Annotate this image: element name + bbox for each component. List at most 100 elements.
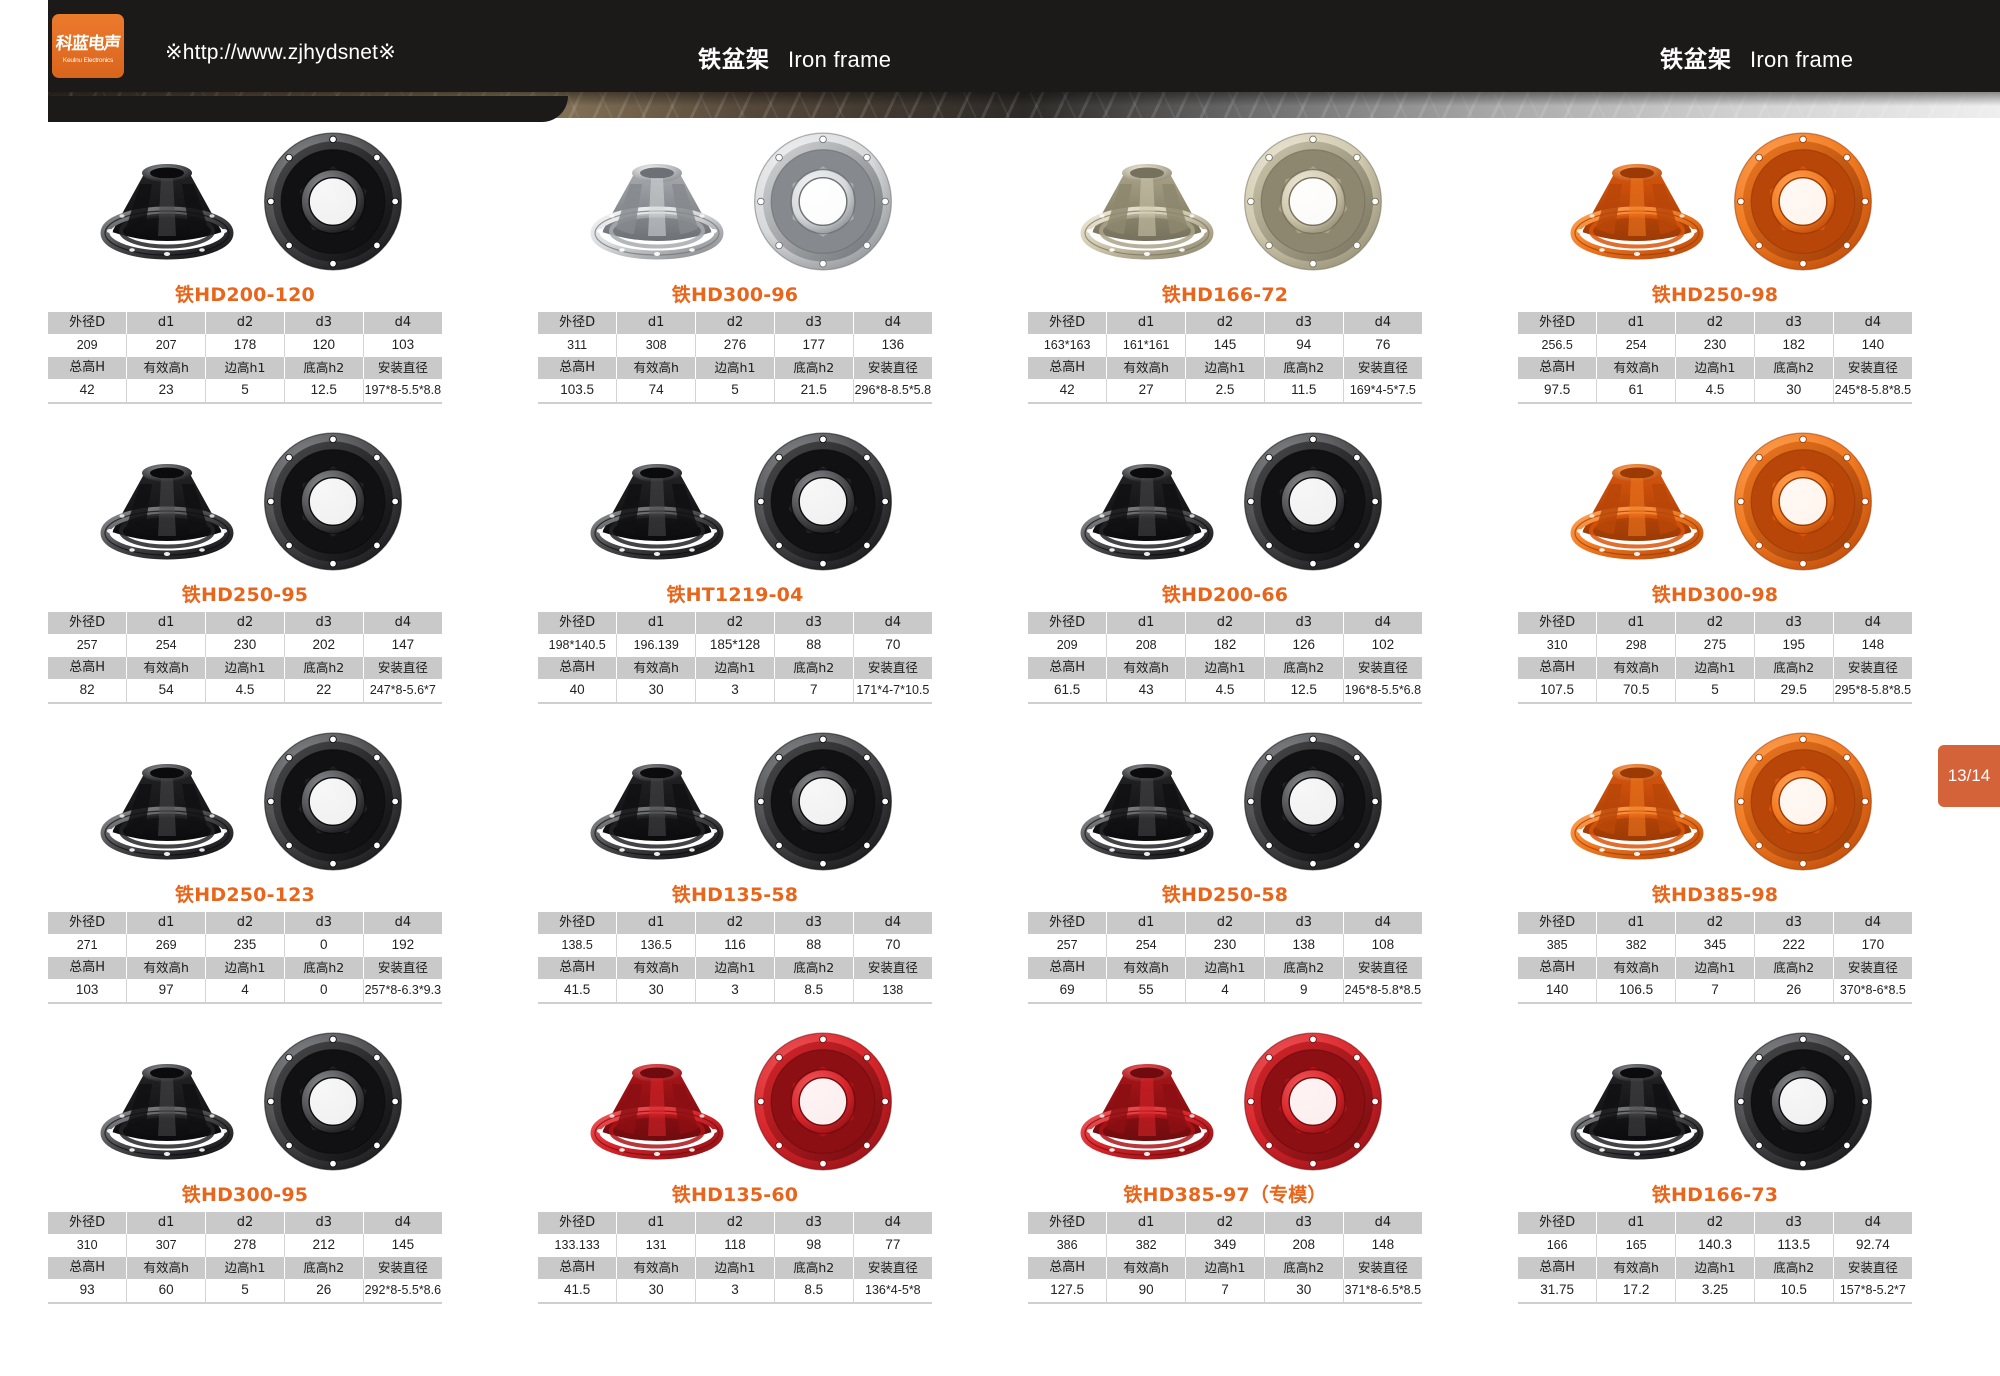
product-image-front — [264, 132, 402, 271]
product-view-front — [1728, 729, 1878, 879]
header-title-center-cn: 铁盆架 — [698, 47, 770, 73]
spec-value-row-1: 138.5 136.5 116 88 70 — [538, 934, 932, 958]
spec-header-cell: d3 — [773, 1212, 854, 1235]
spec-value-cell: 292*8-5.5*8.6 — [362, 1279, 442, 1305]
spec-header-row-1: 外径D d1 d2 d3 d4 — [1518, 612, 1912, 635]
spec-value-cell: 70.5 — [1596, 679, 1676, 705]
spec-value-cell: 209 — [48, 334, 127, 358]
spec-value-cell: 209 — [1028, 634, 1107, 658]
spec-header-cell: 底高h2 — [1263, 357, 1344, 380]
spec-value-cell: 31.75 — [1518, 1279, 1597, 1305]
spec-value-cell: 118 — [695, 1234, 775, 1258]
spec-header-row-2: 总高H 有效高h 边高h1 底高h2 安装直径 — [1518, 957, 1912, 980]
product-spec-table: 外径D d1 d2 d3 d4 163*163 161*161 145 94 76 总高H 有效高… — [1028, 312, 1422, 405]
spec-value-cell: 106.5 — [1596, 979, 1676, 1005]
spec-value-row-2: 107.5 70.5 5 29.5 295*8-5.8*8.5 — [1518, 679, 1912, 705]
spec-header-cell: 底高h2 — [283, 357, 364, 380]
spec-value-cell: 55 — [1106, 979, 1186, 1005]
spec-value-cell: 74 — [616, 379, 696, 405]
product-images — [990, 424, 1460, 584]
spec-header-cell: d3 — [773, 612, 854, 635]
spec-header-cell: 底高h2 — [773, 357, 854, 380]
product-model-label: 铁HD250-123 — [175, 884, 315, 906]
page-number-tab[interactable]: 13/14 — [1938, 745, 2000, 807]
spec-value-cell: 30 — [616, 979, 696, 1005]
spec-header-cell: d2 — [1185, 912, 1265, 935]
spec-value-cell: 8.5 — [773, 979, 854, 1005]
product-image-perspective — [1080, 1063, 1214, 1159]
catalog-page: 科蓝电声 Keulnu Electronics ※http://www.zjhy… — [0, 0, 2000, 1376]
spec-header-cell: d1 — [616, 312, 696, 335]
spec-value-cell: 254 — [1596, 334, 1676, 358]
spec-header-cell: 边高h1 — [1675, 1257, 1755, 1280]
product-images — [10, 124, 480, 284]
spec-value-cell: 4.5 — [1675, 379, 1755, 405]
product-view-front — [1238, 129, 1388, 279]
spec-value-row-1: 198*140.5 196.139 185*128 88 70 — [538, 634, 932, 658]
spec-value-row-2: 31.75 17.2 3.25 10.5 157*8-5.2*7 — [1518, 1279, 1912, 1305]
product-view-perspective — [1552, 1032, 1722, 1177]
spec-header-cell: d4 — [1342, 912, 1422, 935]
spec-header-cell: d1 — [1106, 1212, 1186, 1235]
spec-header-cell: 总高H — [1518, 657, 1597, 680]
spec-header-cell: d2 — [205, 1212, 285, 1235]
product-image-front — [1734, 432, 1872, 571]
product-model-label: 铁HD250-58 — [1161, 884, 1289, 906]
product-spec-table: 外径D d1 d2 d3 d4 166 165 140.3 113.5 92.74 总高H 有效高… — [1518, 1212, 1912, 1305]
spec-header-cell: d4 — [362, 312, 442, 335]
spec-value-row-2: 140 106.5 7 26 370*8-6*8.5 — [1518, 979, 1912, 1005]
spec-value-cell: 30 — [1263, 1279, 1344, 1305]
product-model-label: 铁HD300-96 — [671, 284, 799, 306]
spec-header-cell: 安装直径 — [1342, 1257, 1422, 1280]
spec-value-cell: 4.5 — [205, 679, 285, 705]
spec-header-cell: 有效高h — [1106, 957, 1186, 980]
spec-header-cell: d4 — [852, 612, 932, 635]
spec-header-cell: 底高h2 — [773, 957, 854, 980]
spec-value-cell: 148 — [1342, 1234, 1422, 1258]
spec-header-cell: 总高H — [538, 1257, 617, 1280]
spec-value-row-2: 61.5 43 4.5 12.5 196*8-5.5*6.8 — [1028, 679, 1422, 705]
product-cell: 铁HD250-58 外径D d1 d2 d3 d4 257 254 230 138 108 总高… — [980, 724, 1470, 1024]
spec-header-cell: 安装直径 — [1342, 357, 1422, 380]
spec-header-cell: d4 — [852, 312, 932, 335]
spec-value-cell: 182 — [1753, 334, 1834, 358]
spec-header-row-2: 总高H 有效高h 边高h1 底高h2 安装直径 — [538, 1257, 932, 1280]
spec-value-cell: 157*8-5.2*7 — [1832, 1279, 1912, 1305]
spec-value-cell: 103.5 — [538, 379, 617, 405]
header-title-right: 铁盆架 Iron frame — [1660, 40, 1853, 74]
spec-header-cell: d3 — [1753, 912, 1834, 935]
spec-value-row-1: 311 308 276 177 136 — [538, 334, 932, 358]
spec-value-cell: 108 — [1342, 934, 1422, 958]
spec-header-cell: 总高H — [538, 957, 617, 980]
spec-value-cell: 26 — [1753, 979, 1834, 1005]
logo-english-text: Keulnu Electronics — [62, 56, 114, 64]
spec-value-cell: 88 — [773, 634, 854, 658]
spec-header-cell: 边高h1 — [695, 1257, 775, 1280]
spec-value-cell: 310 — [48, 1234, 127, 1258]
spec-value-cell: 17.2 — [1596, 1279, 1676, 1305]
product-cell: 铁HD300-98 外径D d1 d2 d3 d4 310 298 275 195 148 总高… — [1470, 424, 1960, 724]
spec-header-row-2: 总高H 有效高h 边高h1 底高h2 安装直径 — [48, 357, 442, 380]
spec-header-row-1: 外径D d1 d2 d3 d4 — [538, 912, 932, 935]
product-model-label: 铁HT1219-04 — [666, 584, 804, 606]
spec-value-cell: 3 — [695, 1279, 775, 1305]
spec-value-row-2: 103.5 74 5 21.5 296*8-8.5*5.8 — [538, 379, 932, 405]
product-view-perspective — [1062, 732, 1232, 877]
product-view-perspective — [82, 432, 252, 577]
spec-header-cell: 边高h1 — [1185, 1257, 1265, 1280]
spec-header-cell: 安装直径 — [362, 957, 442, 980]
product-view-front — [748, 429, 898, 579]
product-cell: 铁HD250-95 外径D d1 d2 d3 d4 257 254 230 202 147 总高… — [0, 424, 490, 724]
spec-header-cell: 边高h1 — [695, 657, 775, 680]
spec-value-row-2: 82 54 4.5 22 247*8-5.6*7 — [48, 679, 442, 705]
spec-header-cell: d1 — [1596, 1212, 1676, 1235]
spec-value-cell: 165 — [1596, 1234, 1676, 1258]
spec-value-cell: 12.5 — [283, 379, 364, 405]
spec-header-cell: d1 — [126, 312, 206, 335]
spec-header-cell: 外径D — [1518, 612, 1597, 635]
spec-header-cell: d2 — [205, 912, 285, 935]
spec-value-cell: 7 — [1675, 979, 1755, 1005]
spec-header-cell: d3 — [1753, 1212, 1834, 1235]
spec-value-cell: 61.5 — [1028, 679, 1107, 705]
spec-header-cell: 外径D — [538, 612, 617, 635]
